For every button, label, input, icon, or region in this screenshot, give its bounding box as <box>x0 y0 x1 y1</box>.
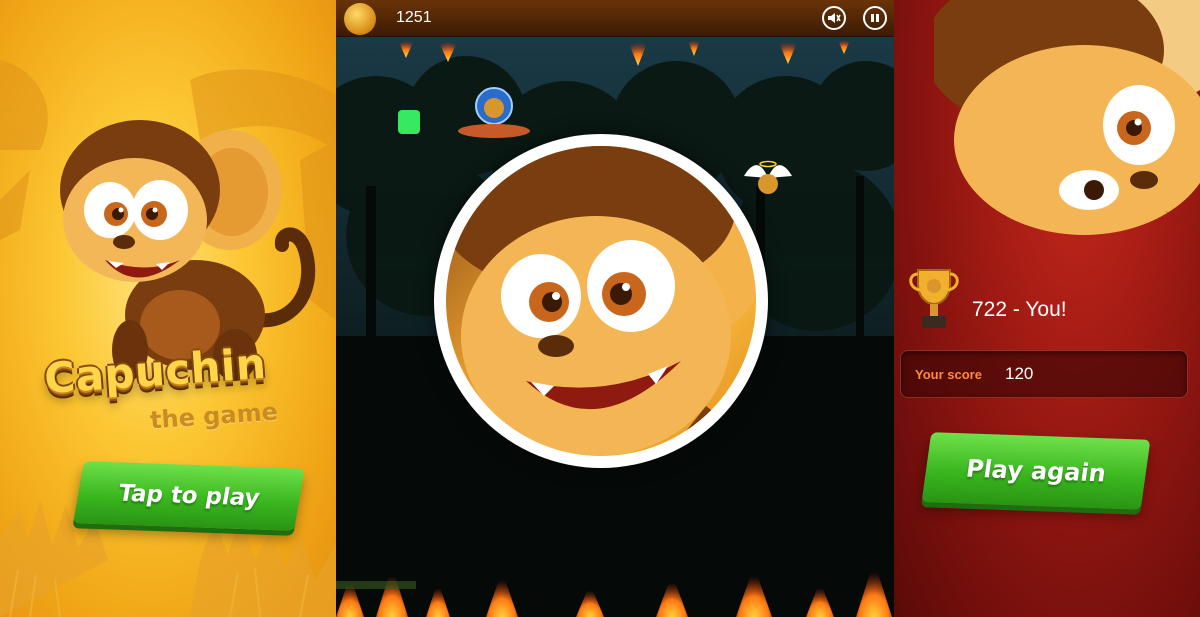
play-again-button[interactable]: Play again <box>921 432 1151 510</box>
your-score-label: Your score <box>915 367 982 382</box>
your-score-value: 120 <box>1005 364 1034 383</box>
green-gem-icon <box>398 110 420 134</box>
monkey-face-illustration <box>446 146 756 456</box>
tap-to-play-button[interactable]: Tap to play <box>73 461 305 531</box>
game-score: 1251 <box>396 9 432 26</box>
gameplay-screen: 1251 <box>336 0 894 617</box>
monkey-portrait-badge <box>434 134 768 468</box>
mute-sound-icon[interactable] <box>822 6 846 30</box>
your-score-panel: Your score 120 <box>900 350 1188 398</box>
pause-icon[interactable] <box>863 6 887 30</box>
start-screen: Capuchin the game Tap to play <box>0 0 336 617</box>
coin-avatar-icon <box>344 3 376 35</box>
game-top-bar: 1251 <box>336 0 894 37</box>
trophy-icon <box>909 269 959 328</box>
monkey-face-upside <box>934 0 1200 235</box>
game-over-screen: 722 - You! Your score 120 <box>894 0 1200 617</box>
best-score-label: 722 - You! <box>972 298 1067 321</box>
